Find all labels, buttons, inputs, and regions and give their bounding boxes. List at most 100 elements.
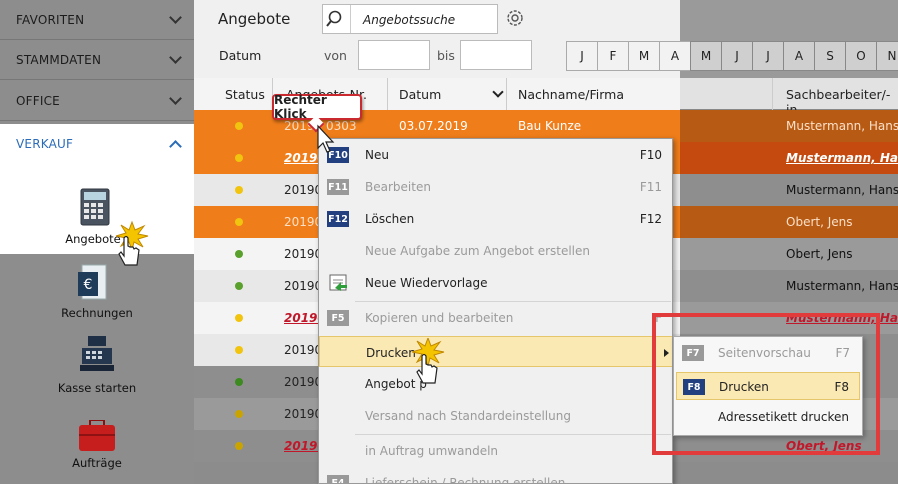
menu-item-loeschen[interactable]: F12 Löschen F12 [319, 203, 672, 235]
cell-sachbearbeiter: Mustermann, Hans [786, 279, 898, 293]
search-input[interactable]: Angebotssuche [363, 13, 455, 27]
cell-datum: 03.07.2019 [399, 119, 468, 133]
cell-nr: 20190 [284, 343, 323, 357]
arrow-cursor-icon [317, 124, 335, 153]
date-to-input[interactable] [460, 40, 532, 70]
from-label: von [324, 48, 347, 63]
f5-key-icon: F5 [327, 310, 349, 326]
f8-key-icon: F8 [683, 379, 705, 395]
section-verkauf[interactable]: VERKAUF [0, 124, 194, 164]
chevron-down-icon [169, 11, 182, 24]
status-dot-icon [235, 250, 243, 258]
month-button[interactable]: S [814, 41, 846, 71]
date-from-input[interactable] [358, 40, 430, 70]
menu-item-wiedervorlage[interactable]: Neue Wiedervorlage [319, 267, 672, 299]
section-label: STAMMDATEN [16, 52, 102, 67]
sidebar-item-label: Aufträge [72, 456, 122, 470]
month-button[interactable]: M [628, 41, 660, 71]
sidebar-item-label: Kasse starten [57, 381, 137, 395]
sidebar-item-kasse[interactable]: Kasse starten [0, 334, 194, 398]
column-header-name[interactable]: Nachname/Firma [518, 87, 624, 102]
section-label: FAVORITEN [16, 12, 85, 27]
briefcase-icon [79, 420, 115, 451]
status-dot-icon [235, 186, 243, 194]
section-office[interactable]: OFFICE [0, 81, 194, 121]
sidebar: FAVORITEN STAMMDATEN OFFICE VERKAUF Ange… [0, 0, 194, 484]
right-click-callout: Rechter Klick [272, 93, 362, 121]
section-favoriten[interactable]: FAVORITEN [0, 0, 194, 40]
menu-item-auftrag[interactable]: in Auftrag umwandeln [319, 435, 672, 467]
month-button[interactable]: O [845, 41, 877, 71]
menu-item-neue-aufgabe[interactable]: Neue Aufgabe zum Angebot erstellen [319, 235, 672, 267]
month-button[interactable]: J [752, 41, 784, 71]
menu-item-label: Löschen [365, 212, 415, 226]
month-button[interactable]: J [566, 41, 598, 71]
sidebar-item-angebote[interactable]: Angebote [0, 164, 194, 254]
column-separator [506, 78, 507, 110]
month-button[interactable]: A [659, 41, 691, 71]
submenu-item-adressetikett[interactable]: Adressetikett drucken [676, 403, 860, 431]
chevron-up-icon [169, 140, 182, 153]
submenu-item-drucken[interactable]: F8 Drucken F8 [676, 372, 860, 400]
f12-key-icon: F12 [327, 211, 349, 227]
cell-sachbearbeiter: Obert, Jens [786, 247, 853, 261]
gear-icon[interactable] [504, 7, 526, 29]
menu-shortcut: F11 [639, 180, 662, 194]
search-button[interactable] [323, 5, 351, 33]
month-button[interactable]: J [721, 41, 753, 71]
cell-nr: 20190 [284, 407, 323, 421]
status-dot-icon [235, 442, 243, 450]
status-dot-icon [235, 218, 243, 226]
section-stammdaten[interactable]: STAMMDATEN [0, 40, 194, 80]
chevron-down-icon [169, 51, 182, 64]
menu-item-neu[interactable]: F10 Neu F10 [319, 139, 672, 171]
menu-item-label: Adressetikett drucken [718, 410, 849, 424]
menu-item-label: Bearbeiten [365, 180, 431, 194]
menu-item-label: Seitenvorschau [718, 346, 811, 360]
status-dot-icon [235, 154, 243, 162]
to-label: bis [437, 48, 455, 63]
cash-register-icon [80, 336, 114, 371]
menu-item-kopieren[interactable]: F5 Kopieren und bearbeiten F [319, 302, 672, 334]
column-separator [387, 78, 388, 110]
chevron-down-icon [169, 92, 182, 105]
month-button[interactable]: F [597, 41, 629, 71]
section-label: VERKAUF [16, 137, 74, 151]
sidebar-item-auftraege[interactable]: Aufträge [0, 416, 194, 480]
search-field[interactable]: Angebotssuche [322, 4, 498, 34]
month-button[interactable]: N [876, 41, 898, 71]
status-dot-icon [235, 346, 243, 354]
cell-nr: 20190 [284, 279, 323, 293]
column-header-datum[interactable]: Datum [399, 87, 441, 102]
f7-key-icon: F7 [682, 345, 704, 361]
column-separator [772, 78, 773, 110]
month-button[interactable]: M [690, 41, 722, 71]
cell-sachbearbeiter: Mustermann, Hans [786, 183, 898, 197]
f11-key-icon: F11 [327, 179, 349, 195]
month-button[interactable]: A [783, 41, 815, 71]
menu-item-label: Versand nach Standardeinstellung [365, 409, 571, 423]
menu-item-lieferschein[interactable]: F4 Lieferschein / Rechnung erstellen [319, 467, 672, 483]
svg-text:€: € [84, 277, 93, 293]
cell-nr: 20190 [284, 247, 323, 261]
cell-sachbearbeiter: Mustermann, Hans [786, 119, 898, 133]
column-header-status[interactable]: Status [225, 87, 265, 102]
sidebar-item-label: Rechnungen [61, 306, 133, 320]
status-dot-icon [235, 314, 243, 322]
menu-shortcut: F10 [639, 148, 662, 162]
menu-shortcut: F12 [639, 212, 662, 226]
cell-nr: 20190 [284, 375, 323, 389]
toolbar: Angebote Angebotssuche Datum von bis J F… [194, 0, 898, 78]
date-label: Datum [219, 48, 262, 63]
menu-item-versand[interactable]: Versand nach Standardeinstellung [319, 400, 672, 432]
calculator-icon [80, 188, 110, 226]
menu-item-label: in Auftrag umwandeln [365, 444, 499, 458]
menu-item-drucken[interactable]: Drucken [319, 336, 672, 367]
menu-item-email[interactable]: Angebot p [319, 368, 672, 400]
menu-item-label: Neu [365, 148, 389, 162]
sidebar-item-rechnungen[interactable]: € Rechnungen [0, 260, 194, 324]
status-dot-icon [235, 378, 243, 386]
menu-item-bearbeiten[interactable]: F11 Bearbeiten F11 [319, 171, 672, 203]
menu-shortcut: F8 [834, 380, 849, 394]
submenu-item-seitenvorschau[interactable]: F7 Seitenvorschau F7 [676, 339, 860, 367]
